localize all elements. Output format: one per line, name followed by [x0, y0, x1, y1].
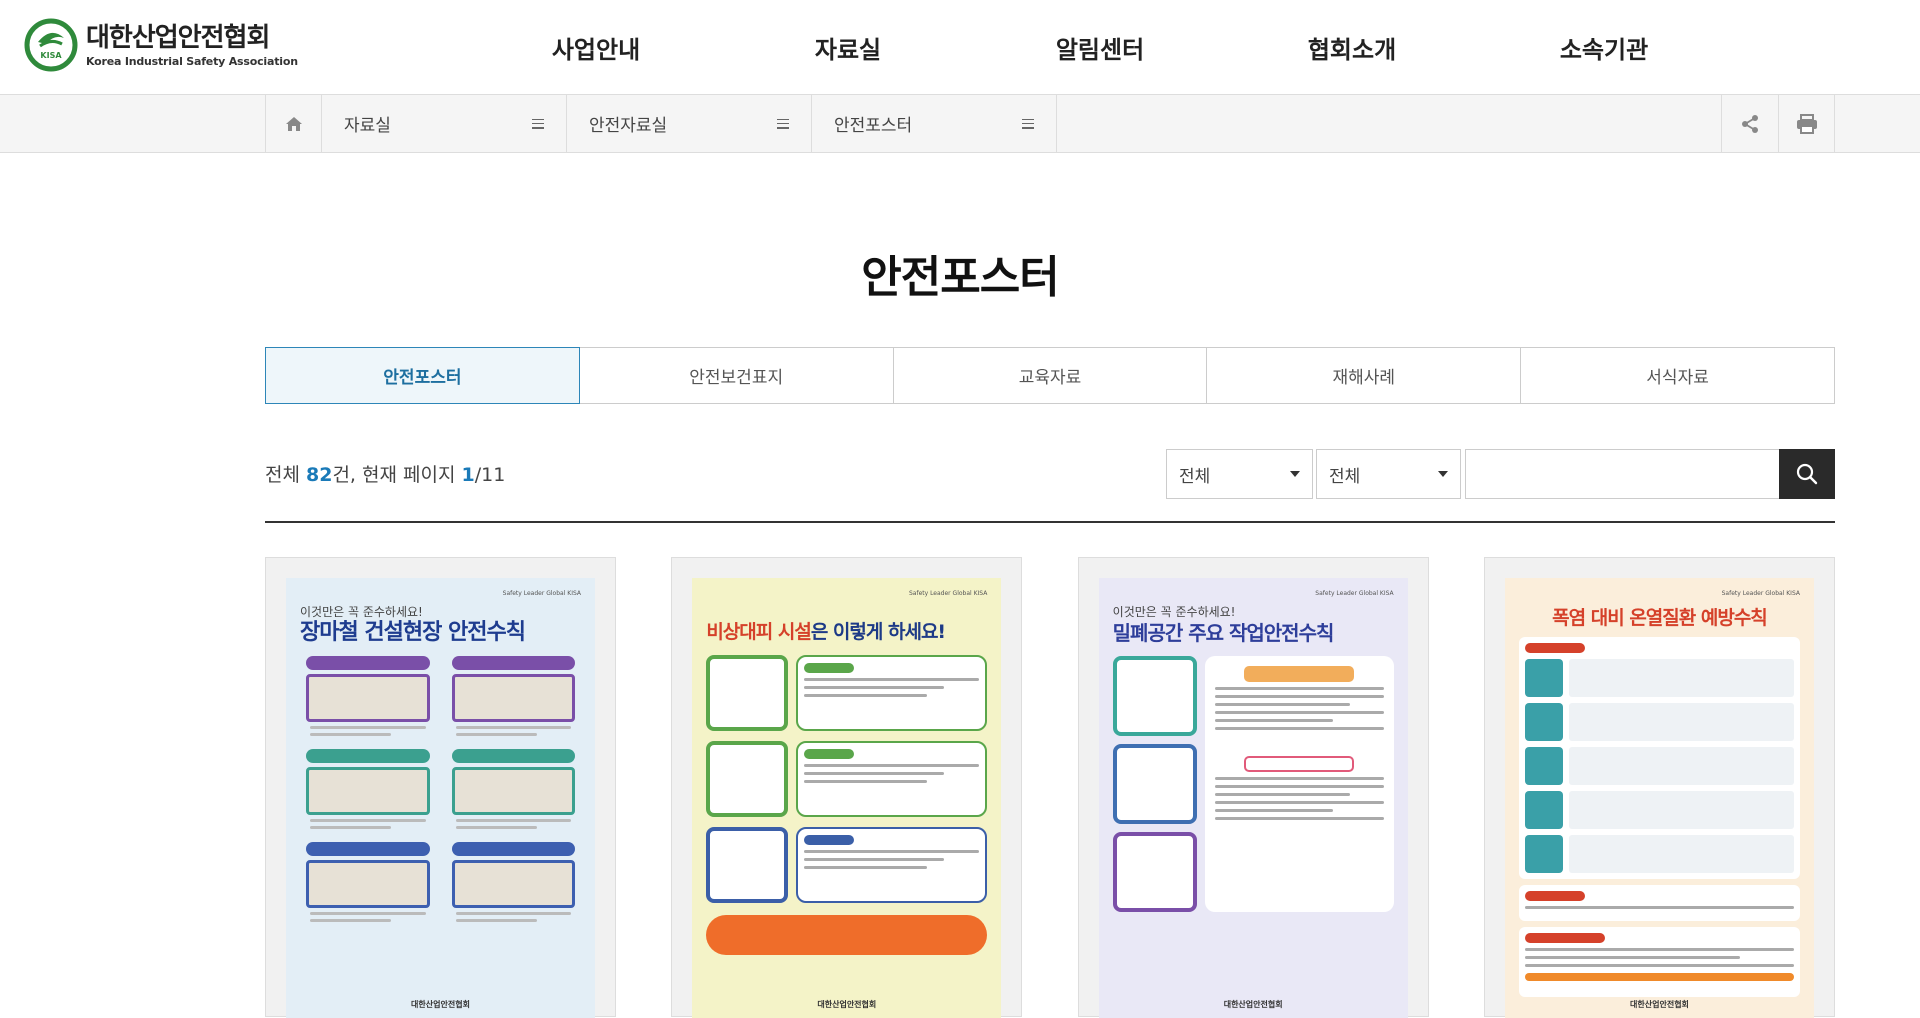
tab-safety-signs[interactable]: 안전보건표지 — [579, 347, 894, 404]
chevron-down-icon — [1438, 471, 1448, 477]
poster-title: 장마철 건설현장 안전수칙 — [300, 620, 526, 645]
poster-header-text: Safety Leader Global KISA — [908, 590, 988, 597]
current-page: 1 — [461, 464, 475, 486]
menu-icon — [1022, 118, 1034, 129]
site-header: KISA 대한산업안전협회 Korea Industrial Safety As… — [0, 0, 1920, 95]
kisa-logo-icon: KISA — [24, 18, 78, 72]
total-pages: /11 — [474, 464, 506, 486]
poster-thumbnail: Safety Leader Global KISA 폭염 대비 온열질환 예방수… — [1504, 578, 1814, 1018]
tab-accident-cases[interactable]: 재해사례 — [1207, 347, 1522, 404]
poster-card[interactable]: Safety Leader Global KISA 폭염 대비 온열질환 예방수… — [1483, 557, 1835, 1018]
search-input[interactable] — [1465, 449, 1779, 499]
result-summary: 전체 82건, 현재 페이지 1/11 — [265, 464, 506, 486]
breadcrumb-label: 자료실 — [344, 116, 391, 136]
print-icon — [1796, 113, 1817, 134]
site-logo[interactable]: KISA 대한산업안전협회 Korea Industrial Safety As… — [24, 18, 298, 72]
logo-badge: KISA — [40, 51, 62, 60]
tab-education[interactable]: 교육자료 — [893, 347, 1208, 404]
breadcrumb-label: 안전자료실 — [589, 116, 668, 136]
poster-card[interactable]: Safety Leader Global KISA 이것만은 꼭 준수하세요! … — [265, 557, 616, 1018]
logo-korean-name: 대한산업안전협회 — [86, 22, 270, 53]
menu-icon — [777, 118, 789, 129]
poster-thumbnail: Safety Leader Global KISA 이것만은 꼭 준수하세요! … — [286, 578, 595, 1018]
breadcrumb-safety-poster[interactable]: 안전포스터 — [812, 95, 1057, 152]
poster-title: 밀폐공간 주요 작업안전수칙 — [1112, 621, 1335, 645]
tab-forms[interactable]: 서식자료 — [1521, 347, 1835, 404]
nav-affiliates[interactable]: 소속기관 — [1478, 0, 1730, 95]
breadcrumb-label: 안전포스터 — [834, 116, 913, 136]
menu-icon — [532, 118, 544, 129]
poster-list: Safety Leader Global KISA 이것만은 꼭 준수하세요! … — [265, 557, 1835, 1018]
poster-card[interactable]: Safety Leader Global KISA 이것만은 꼭 준수하세요! … — [1077, 557, 1429, 1018]
share-button[interactable] — [1721, 95, 1778, 152]
search-button[interactable] — [1779, 449, 1835, 499]
home-button[interactable] — [265, 95, 322, 152]
poster-thumbnail: Safety Leader Global KISA 이것만은 꼭 준수하세요! … — [1098, 578, 1408, 1018]
category-select[interactable]: 전체 — [1166, 449, 1313, 499]
poster-header-text: Safety Leader Global KISA — [1721, 590, 1800, 597]
poster-header-text: Safety Leader Global KISA — [502, 590, 581, 597]
poster-header-text: Safety Leader Global KISA — [1315, 590, 1394, 597]
poster-subtitle: 이것만은 꼭 준수하세요! — [300, 605, 423, 619]
list-divider — [265, 521, 1835, 523]
category-tabs: 안전포스터 안전보건표지 교육자료 재해사례 서식자료 — [265, 347, 1835, 404]
search-icon — [1796, 463, 1818, 485]
home-icon — [285, 116, 302, 131]
tab-safety-poster[interactable]: 안전포스터 — [265, 347, 580, 404]
total-count: 82 — [306, 464, 333, 486]
breadcrumb-archive[interactable]: 자료실 — [322, 95, 567, 152]
search-field-select-value: 전체 — [1329, 466, 1361, 487]
poster-subtitle: 이것만은 꼭 준수하세요! — [1112, 605, 1236, 619]
share-icon — [1742, 114, 1758, 133]
main-navigation: 사업안내 자료실 알림센터 협회소개 소속기관 — [470, 0, 1730, 95]
poster-card[interactable]: Safety Leader Global KISA 비상대피 시설은 이렇게 하… — [671, 557, 1023, 1018]
breadcrumb-safety-archive[interactable]: 안전자료실 — [567, 95, 812, 152]
nav-business[interactable]: 사업안내 — [470, 0, 722, 95]
nav-notice-center[interactable]: 알림센터 — [974, 0, 1226, 95]
search-field-select[interactable]: 전체 — [1316, 449, 1461, 499]
nav-archive[interactable]: 자료실 — [722, 0, 974, 95]
poster-title: 비상대피 시설은 이렇게 하세요! — [706, 621, 946, 643]
location-bar: 자료실 안전자료실 안전포스터 — [0, 95, 1920, 153]
page-title: 안전포스터 — [861, 252, 1059, 303]
nav-about[interactable]: 협회소개 — [1226, 0, 1478, 95]
print-button[interactable] — [1778, 95, 1835, 152]
poster-title: 폭염 대비 온열질환 예방수칙 — [1552, 607, 1768, 629]
chevron-down-icon — [1290, 471, 1300, 477]
poster-thumbnail: Safety Leader Global KISA 비상대피 시설은 이렇게 하… — [692, 578, 1002, 1018]
category-select-value: 전체 — [1179, 466, 1211, 487]
logo-english-name: Korea Industrial Safety Association — [86, 54, 298, 68]
